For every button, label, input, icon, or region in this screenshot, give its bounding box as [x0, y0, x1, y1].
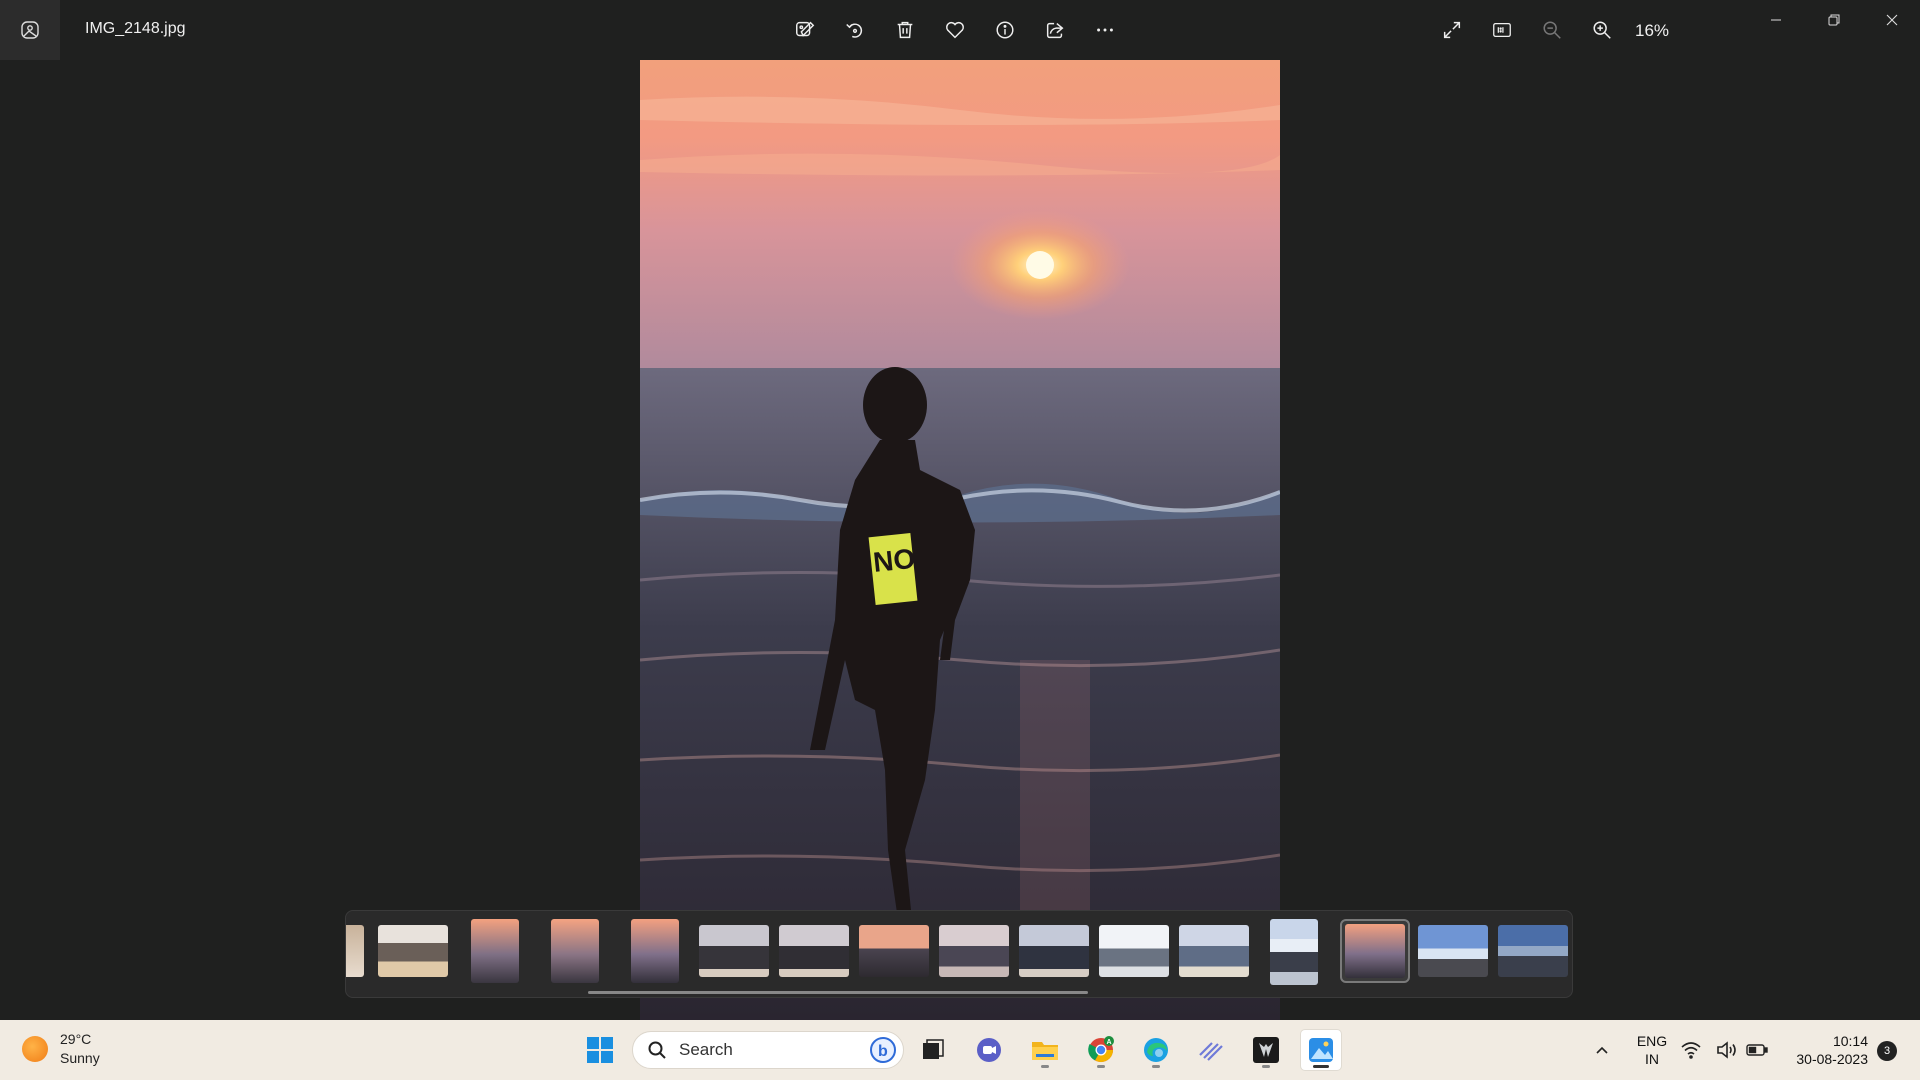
language-region: IN: [1645, 1051, 1659, 1067]
unknown-app-icon[interactable]: [1191, 1030, 1231, 1070]
volume-icon[interactable]: [1712, 1030, 1742, 1070]
thumbnail[interactable]: [1418, 925, 1488, 977]
minimize-button[interactable]: [1748, 0, 1804, 40]
predator-icon[interactable]: [1246, 1030, 1286, 1070]
photos-app-window: IMG_2148.jpg 16% NO: [0, 0, 1920, 1020]
zoom-in-icon[interactable]: [1582, 10, 1622, 50]
start-icon[interactable]: [580, 1030, 620, 1070]
search-box[interactable]: Search b: [632, 1031, 904, 1069]
thumbnail[interactable]: [551, 919, 599, 983]
thumbnail[interactable]: [859, 925, 929, 977]
thumbnail[interactable]: [699, 925, 769, 977]
clock-date: 30-08-2023: [1796, 1051, 1868, 1067]
wifi-icon[interactable]: [1676, 1030, 1706, 1070]
sunny-weather-icon: [22, 1036, 48, 1062]
weather-description: Sunny: [60, 1050, 100, 1066]
clock-time: 10:14: [1832, 1033, 1868, 1049]
teams-chat-icon[interactable]: [969, 1030, 1009, 1070]
main-photo[interactable]: NO: [640, 60, 1280, 1020]
photos-app-icon[interactable]: [0, 0, 60, 60]
zoom-out-icon[interactable]: [1532, 10, 1572, 50]
input-language[interactable]: ENG IN: [1634, 1032, 1670, 1068]
thumbnail-selected[interactable]: [1340, 919, 1410, 983]
taskbar: 29°C Sunny Search b A ENG IN 10:14 30-08…: [0, 1020, 1920, 1080]
bing-icon[interactable]: b: [869, 1036, 897, 1064]
search-icon: [648, 1041, 666, 1059]
chrome-icon[interactable]: A: [1081, 1030, 1121, 1070]
clock[interactable]: 10:14 30-08-2023: [1782, 1032, 1868, 1068]
zoom-level[interactable]: 16%: [1635, 21, 1669, 41]
svg-text:b: b: [878, 1043, 888, 1060]
thumbnail[interactable]: [939, 925, 1009, 977]
running-indicator: [1097, 1065, 1105, 1068]
running-indicator: [1152, 1065, 1160, 1068]
thumbnail[interactable]: [1179, 925, 1249, 977]
thumbnail[interactable]: [346, 925, 364, 977]
file-name: IMG_2148.jpg: [85, 20, 186, 37]
thumbnail[interactable]: [471, 919, 519, 983]
task-view-icon[interactable]: [913, 1030, 953, 1070]
delete-icon[interactable]: [885, 10, 925, 50]
toolbar: [785, 10, 1125, 50]
search-label: Search: [679, 1040, 733, 1059]
rotate-icon[interactable]: [835, 10, 875, 50]
thumbnail[interactable]: [631, 919, 679, 983]
filmstrip-scrollbar[interactable]: [588, 991, 1088, 994]
notification-badge[interactable]: 3: [1877, 1041, 1897, 1061]
file-explorer-icon[interactable]: [1025, 1030, 1065, 1070]
fullscreen-icon[interactable]: [1432, 10, 1472, 50]
svg-text:A: A: [1107, 1039, 1112, 1046]
more-options-icon[interactable]: [1085, 10, 1125, 50]
thumbnail[interactable]: [1019, 925, 1089, 977]
edit-image-icon[interactable]: [785, 10, 825, 50]
thumbnail[interactable]: [1099, 925, 1169, 977]
thumbnail[interactable]: [1498, 925, 1568, 977]
running-indicator: [1262, 1065, 1270, 1068]
restore-button[interactable]: [1806, 0, 1862, 40]
title-bar: IMG_2148.jpg 16%: [0, 0, 1920, 60]
edge-icon[interactable]: [1136, 1030, 1176, 1070]
share-icon[interactable]: [1035, 10, 1075, 50]
thumbnail[interactable]: [378, 925, 448, 977]
language-code: ENG: [1636, 1033, 1668, 1049]
info-icon[interactable]: [985, 10, 1025, 50]
photos-icon[interactable]: [1301, 1030, 1341, 1070]
weather-temperature: 29°C: [60, 1031, 92, 1047]
thumbnail[interactable]: [779, 925, 849, 977]
weather-widget[interactable]: 29°C Sunny: [22, 1030, 100, 1068]
battery-icon[interactable]: [1742, 1030, 1772, 1070]
active-indicator: [1313, 1065, 1329, 1068]
filmstrip: [345, 910, 1573, 998]
actual-size-icon[interactable]: [1482, 10, 1522, 50]
thumbnail[interactable]: [1270, 919, 1318, 985]
show-hidden-icons-chevron-up-icon[interactable]: [1582, 1030, 1622, 1070]
svg-text:NO: NO: [872, 543, 917, 578]
close-button[interactable]: [1864, 0, 1920, 40]
favorite-heart-icon[interactable]: [935, 10, 975, 50]
running-indicator: [1041, 1065, 1049, 1068]
